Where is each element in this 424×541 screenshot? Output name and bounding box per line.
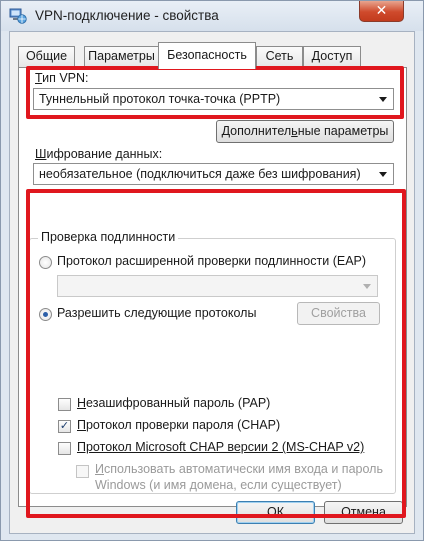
encryption-select[interactable]: необязательное (подключиться даже без ши…	[33, 163, 394, 185]
close-icon: ✕	[375, 2, 388, 18]
vpn-type-highlight-box	[26, 66, 404, 119]
tab-security[interactable]: Безопасность	[158, 42, 256, 69]
encryption-label: Шифрование данных:	[35, 147, 163, 161]
chevron-down-icon	[379, 172, 387, 177]
window-title: VPN-подключение - свойства	[35, 8, 219, 23]
network-connection-icon	[9, 8, 27, 24]
tab-sharing[interactable]: Доступ	[303, 46, 361, 67]
advanced-settings-button[interactable]: Дополнительные параметры	[216, 120, 394, 143]
title-bar: VPN-подключение - свойства ✕	[1, 1, 423, 31]
tab-options[interactable]: Параметры	[84, 46, 159, 67]
authentication-highlight-box	[26, 189, 406, 518]
encryption-value: необязательное (подключиться даже без ши…	[39, 167, 361, 181]
close-button[interactable]: ✕	[359, 1, 404, 22]
tab-network[interactable]: Сеть	[256, 46, 303, 67]
tab-general[interactable]: Общие	[18, 46, 75, 67]
properties-window: VPN-подключение - свойства ✕ Общие Парам…	[0, 0, 424, 541]
